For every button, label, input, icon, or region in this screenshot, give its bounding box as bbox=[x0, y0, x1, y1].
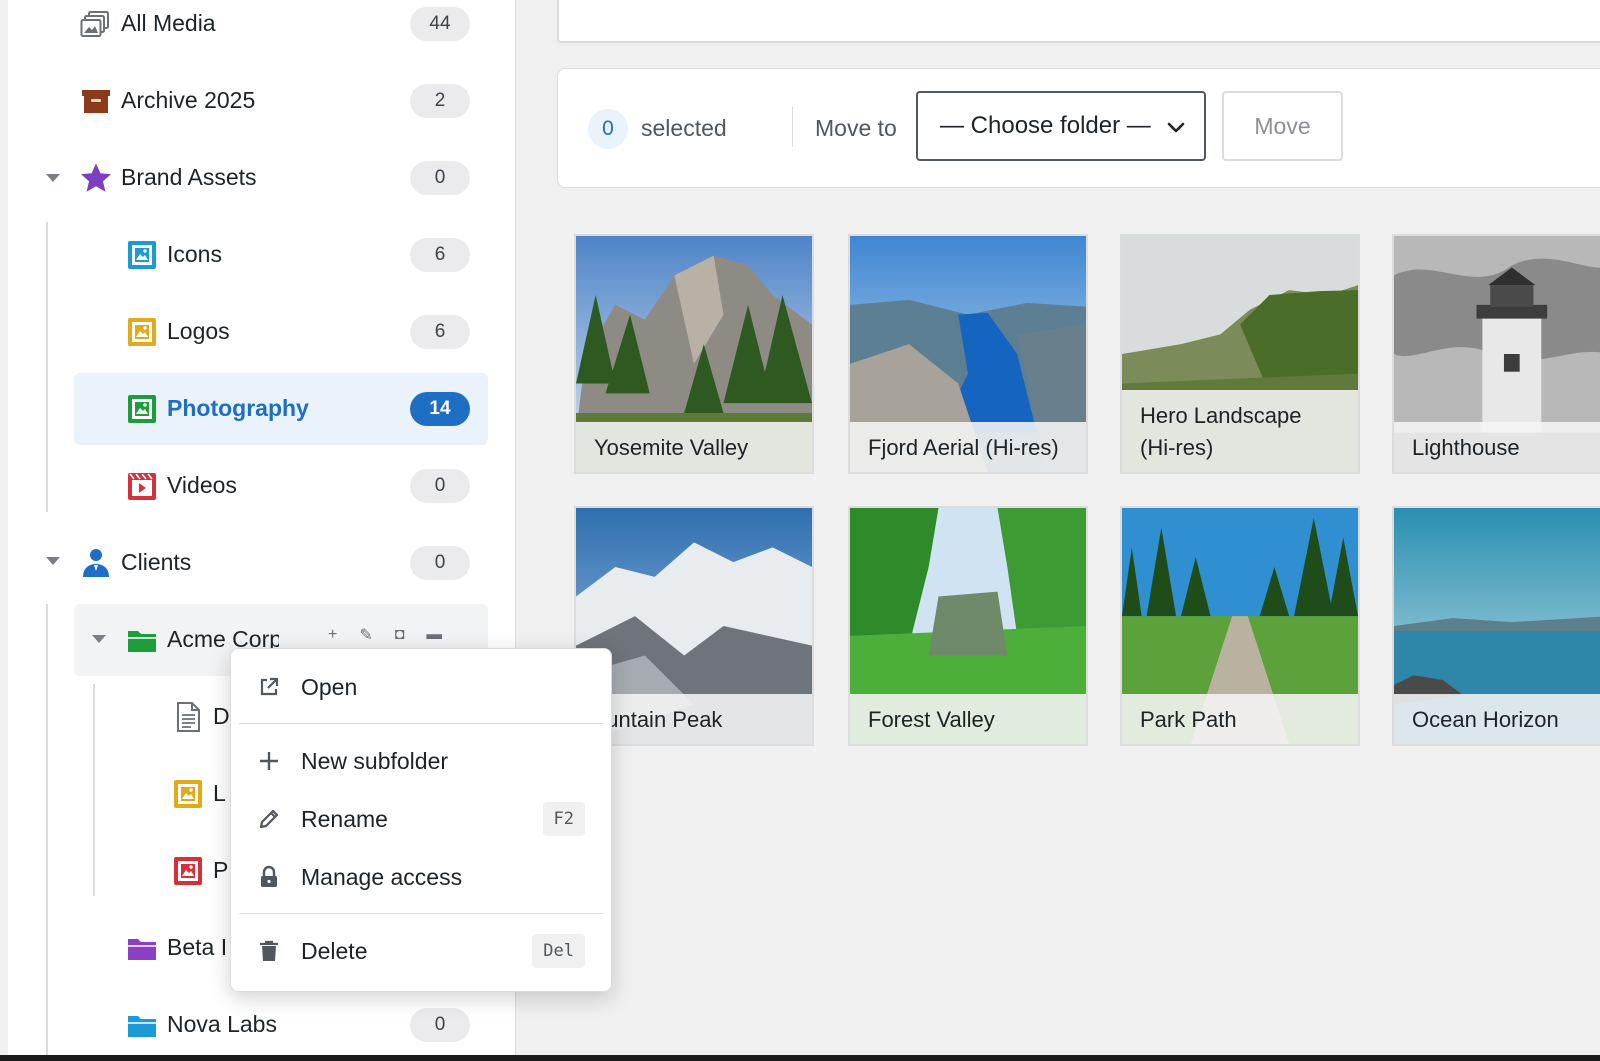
folder-item-logos[interactable]: Logos 6 bbox=[74, 296, 488, 368]
media-tile[interactable]: Lighthouse bbox=[1392, 234, 1600, 474]
menu-item-delete[interactable]: Delete Del bbox=[231, 923, 611, 979]
pencil-icon[interactable]: ✎ bbox=[359, 625, 372, 645]
menu-item-label: Rename bbox=[301, 805, 388, 832]
collapse-caret-icon[interactable] bbox=[92, 635, 106, 643]
folder-count-badge: 0 bbox=[410, 1008, 470, 1042]
image-folder-icon bbox=[126, 316, 158, 348]
bulk-actions-bar: 0 selected Move to — Choose folder — Mov… bbox=[557, 68, 1600, 188]
trash-icon bbox=[257, 939, 281, 963]
menu-item-label: Open bbox=[301, 673, 358, 700]
folder-item-nova-labs[interactable]: Nova Labs 0 bbox=[74, 989, 488, 1061]
media-tile[interactable]: Forest Valley bbox=[848, 506, 1088, 746]
tree-guide-line bbox=[46, 604, 48, 1055]
folder-label: Brand Assets bbox=[121, 164, 257, 190]
folder-item-brand-assets[interactable]: Brand Assets 0 bbox=[28, 142, 488, 214]
folder-count-badge: 0 bbox=[410, 546, 470, 580]
image-folder-icon bbox=[126, 393, 158, 425]
folder-item-icons[interactable]: Icons 6 bbox=[74, 219, 488, 291]
folder-item-archive-2025[interactable]: Archive 2025 2 bbox=[28, 65, 488, 137]
media-tile[interactable]: Fjord Aerial (Hi-res) bbox=[848, 234, 1088, 474]
menu-item-rename[interactable]: Rename F2 bbox=[231, 791, 611, 847]
folder-label: Logos bbox=[167, 318, 230, 344]
search-panel bbox=[557, 0, 1600, 43]
folder-count-badge: 14 bbox=[410, 392, 470, 426]
folder-label: D bbox=[213, 703, 230, 729]
media-tile[interactable]: Hero Landscape (Hi-res) bbox=[1120, 234, 1360, 474]
image-folder-icon bbox=[172, 855, 204, 887]
move-button[interactable]: Move bbox=[1222, 91, 1343, 161]
archive-box-icon bbox=[80, 85, 112, 117]
folder-row-actions: + ✎ ◘ ▬ bbox=[328, 625, 442, 645]
selected-count-badge: 0 bbox=[588, 109, 628, 149]
menu-item-new-subfolder[interactable]: New subfolder bbox=[231, 733, 611, 789]
folder-count-badge: 6 bbox=[410, 315, 470, 349]
folder-label: Videos bbox=[167, 472, 237, 498]
menu-separator bbox=[239, 723, 603, 724]
folder-count-badge: 0 bbox=[410, 161, 470, 195]
document-icon bbox=[172, 701, 204, 733]
menu-separator bbox=[239, 913, 603, 914]
media-title: Yosemite Valley bbox=[576, 422, 812, 472]
folder-item-videos[interactable]: Videos 0 bbox=[74, 450, 488, 522]
media-title: Hero Landscape (Hi-res) bbox=[1122, 390, 1358, 472]
image-folder-icon bbox=[126, 239, 158, 271]
folder-count-badge: 44 bbox=[410, 7, 470, 41]
media-title: Fjord Aerial (Hi-res) bbox=[850, 422, 1086, 472]
lock-icon[interactable]: ◘ bbox=[395, 626, 405, 644]
chevron-down-icon bbox=[1166, 117, 1186, 137]
menu-item-manage-access[interactable]: Manage access bbox=[231, 849, 611, 905]
all-media-icon bbox=[80, 8, 112, 40]
folder-select[interactable]: — Choose folder — bbox=[916, 91, 1206, 161]
folder-label: Icons bbox=[167, 241, 222, 267]
add-icon[interactable]: + bbox=[328, 626, 337, 644]
menu-item-open[interactable]: Open bbox=[231, 659, 611, 715]
menu-item-label: Manage access bbox=[301, 863, 463, 890]
folder-icon bbox=[126, 932, 158, 964]
folder-count-badge: 2 bbox=[410, 84, 470, 118]
image-folder-icon bbox=[172, 778, 204, 810]
menu-item-label: New subfolder bbox=[301, 747, 449, 774]
media-tile[interactable]: Ocean Horizon bbox=[1392, 506, 1600, 746]
media-title: Ocean Horizon bbox=[1394, 694, 1600, 744]
folder-item-all-media[interactable]: All Media 44 bbox=[28, 0, 488, 60]
media-title: Forest Valley bbox=[850, 694, 1086, 744]
folder-label: All Media bbox=[121, 10, 216, 36]
folder-icon bbox=[126, 1009, 158, 1041]
video-folder-icon bbox=[126, 470, 158, 502]
plus-icon bbox=[257, 749, 281, 773]
trash-icon[interactable]: ▬ bbox=[426, 626, 442, 644]
folder-context-menu: Open New subfolder Rename F2 Manage acce… bbox=[230, 648, 612, 992]
move-to-label: Move to bbox=[815, 115, 897, 141]
media-title: Park Path bbox=[1122, 694, 1358, 744]
media-title: Lighthouse bbox=[1394, 422, 1600, 472]
star-icon bbox=[80, 162, 112, 194]
selected-label: selected bbox=[641, 115, 727, 141]
folder-label: Photography bbox=[167, 395, 309, 421]
folder-label: Archive 2025 bbox=[121, 87, 256, 113]
shortcut-hint: F2 bbox=[542, 802, 585, 836]
folder-count-badge: 0 bbox=[410, 469, 470, 503]
folder-label: Clients bbox=[121, 549, 192, 575]
folder-item-clients[interactable]: Clients 0 bbox=[28, 527, 488, 599]
folder-label: Nova Labs bbox=[167, 1011, 277, 1037]
menu-item-label: Delete bbox=[301, 937, 368, 964]
folder-label: P bbox=[213, 857, 229, 883]
external-link-icon bbox=[257, 675, 281, 699]
person-icon bbox=[80, 547, 112, 579]
tree-guide-line bbox=[93, 684, 95, 896]
shortcut-hint: Del bbox=[532, 934, 585, 968]
folder-icon bbox=[126, 624, 158, 656]
divider bbox=[792, 107, 793, 147]
folder-label: Beta I bbox=[167, 934, 228, 960]
folder-count-badge: 6 bbox=[410, 238, 470, 272]
media-tile[interactable]: Park Path bbox=[1120, 506, 1360, 746]
pencil-icon bbox=[257, 807, 281, 831]
tree-guide-line bbox=[46, 222, 48, 512]
media-tile[interactable]: Yosemite Valley bbox=[574, 234, 814, 474]
folder-label: L bbox=[213, 780, 226, 806]
folder-item-photography[interactable]: Photography 14 bbox=[74, 373, 488, 445]
folder-select-value: — Choose folder — bbox=[940, 112, 1151, 139]
media-library-app: All Media 44 Archive 2025 2 Brand Assets… bbox=[0, 0, 1600, 1055]
lock-icon bbox=[257, 865, 281, 889]
